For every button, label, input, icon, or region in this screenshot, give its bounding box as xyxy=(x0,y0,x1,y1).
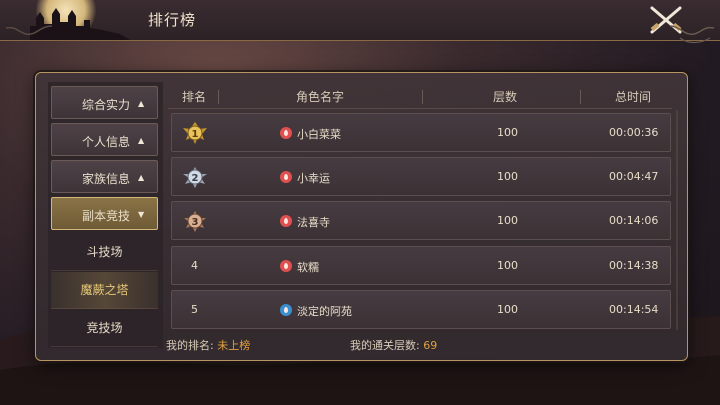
player-name: 软糯 xyxy=(297,261,319,274)
player-name: 小白菜菜 xyxy=(297,128,341,141)
table-row[interactable]: 2 小幸运 100 00:04:47 xyxy=(171,157,671,196)
chevron-down-icon: ▼ xyxy=(138,210,145,219)
table-row[interactable]: 1 小白菜菜 100 00:00:36 xyxy=(171,113,671,152)
floors-value: 100 xyxy=(497,259,518,272)
floors-value: 100 xyxy=(497,214,518,227)
my-floors-label: 我的通关层数: xyxy=(350,339,420,352)
time-value: 00:14:06 xyxy=(609,214,659,227)
corner-ornament-icon xyxy=(5,25,53,35)
my-rank-label: 我的排名: xyxy=(166,339,214,352)
subitem-arena[interactable]: 竞技场 xyxy=(51,310,158,347)
time-value: 00:04:47 xyxy=(609,170,659,183)
chevron-up-icon: ▲ xyxy=(138,173,145,182)
silver-medal-icon: 2 xyxy=(183,167,207,188)
rank-value: 5 xyxy=(191,303,198,316)
category-label: 家族信息 xyxy=(82,172,131,186)
category-label: 综合实力 xyxy=(82,98,131,112)
header-floors: 层数 xyxy=(493,90,518,104)
my-rank: 我的排名: 未上榜 xyxy=(166,337,250,353)
bronze-medal-icon: 3 xyxy=(184,211,206,232)
header-name: 角色名字 xyxy=(296,90,345,104)
my-floors-value: 69 xyxy=(423,339,438,352)
class-water-icon xyxy=(280,304,292,316)
table-row[interactable]: 3 法喜寺 100 00:14:06 xyxy=(171,201,671,240)
rank-value: 4 xyxy=(191,259,198,272)
chevron-up-icon: ▲ xyxy=(138,99,145,108)
subitem-arena-fight[interactable]: 斗技场 xyxy=(51,234,158,271)
page-title: 排行榜 xyxy=(148,11,197,29)
header-time: 总时间 xyxy=(615,90,652,104)
svg-text:3: 3 xyxy=(192,217,199,228)
category-dungeon-competition[interactable]: 副本竞技 ▼ xyxy=(51,197,158,230)
my-floors: 我的通关层数: 69 xyxy=(350,337,437,353)
category-family-info[interactable]: 家族信息 ▲ xyxy=(51,160,158,193)
corner-ornament-icon xyxy=(669,25,715,44)
time-value: 00:14:54 xyxy=(609,303,659,316)
svg-text:1: 1 xyxy=(192,129,199,140)
header-rank: 排名 xyxy=(182,90,207,104)
header-divider xyxy=(580,90,581,104)
table-row[interactable]: 4 软糯 100 00:14:38 xyxy=(171,246,671,285)
gold-medal-icon: 1 xyxy=(183,122,207,144)
class-flame-icon xyxy=(280,215,292,227)
category-overall-strength[interactable]: 综合实力 ▲ xyxy=(51,86,158,119)
header-divider xyxy=(218,90,219,104)
player-name: 淡定的阿苑 xyxy=(297,305,352,318)
class-flame-icon xyxy=(280,127,292,139)
floors-value: 100 xyxy=(497,303,518,316)
my-rank-value: 未上榜 xyxy=(217,339,251,352)
table-scrollbar[interactable] xyxy=(676,110,678,330)
category-label: 个人信息 xyxy=(82,135,131,149)
subitem-demon-tower[interactable]: 魔蕨之塔 xyxy=(51,272,158,309)
time-value: 00:14:38 xyxy=(609,259,659,272)
class-flame-icon xyxy=(280,260,292,272)
class-flame-icon xyxy=(280,171,292,183)
player-name: 小幸运 xyxy=(297,172,330,185)
time-value: 00:00:36 xyxy=(609,126,659,139)
header-underline xyxy=(168,108,672,109)
floors-value: 100 xyxy=(497,126,518,139)
header-divider xyxy=(422,90,423,104)
floors-value: 100 xyxy=(497,170,518,183)
table-row[interactable]: 5 淡定的阿苑 100 00:14:54 xyxy=(171,290,671,329)
player-name: 法喜寺 xyxy=(297,216,330,229)
svg-text:2: 2 xyxy=(192,173,199,184)
chevron-up-icon: ▲ xyxy=(138,136,145,145)
category-personal-info[interactable]: 个人信息 ▲ xyxy=(51,123,158,156)
category-label: 副本竞技 xyxy=(82,209,131,223)
